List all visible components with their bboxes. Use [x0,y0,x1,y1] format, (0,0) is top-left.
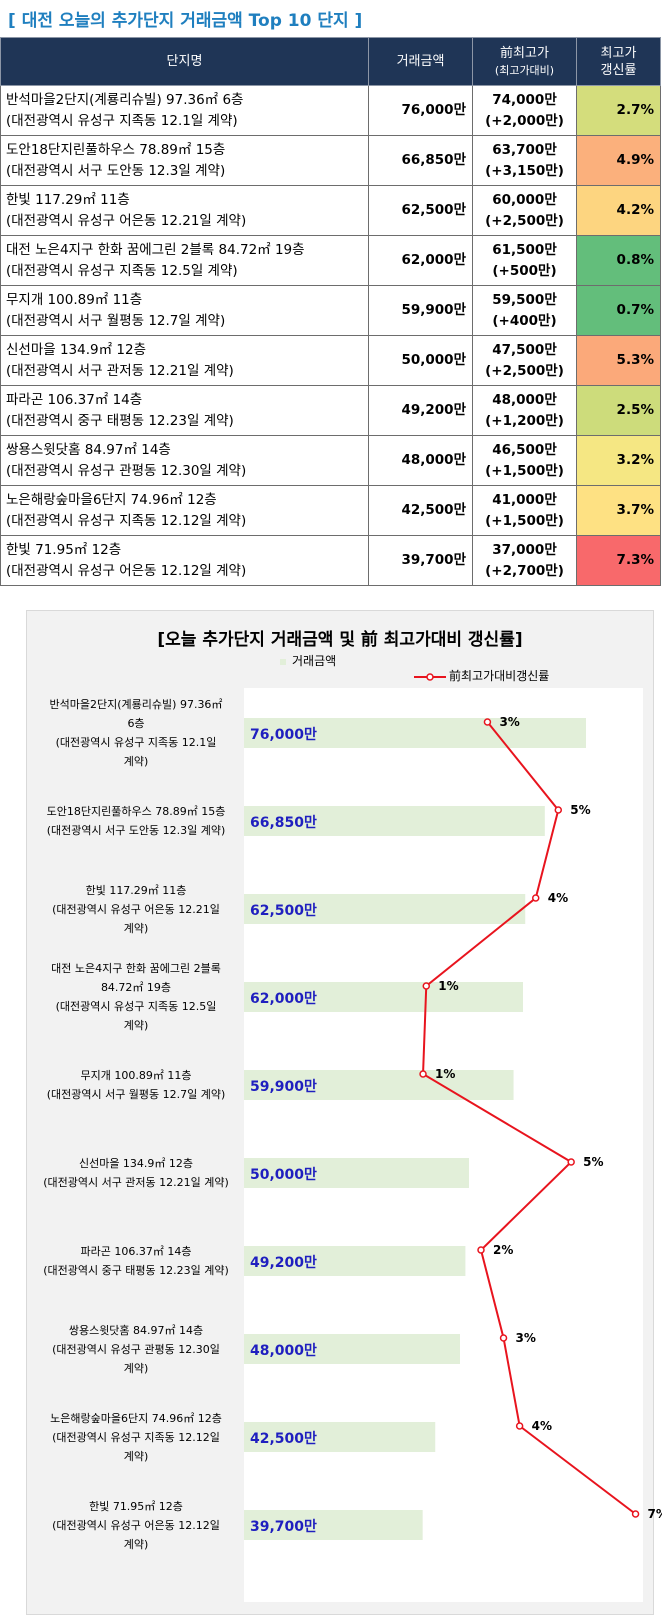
rate-point [567,1158,575,1166]
rate-point [515,1422,524,1430]
rate-value-label: 2% [493,1243,513,1257]
rate-point [531,894,540,902]
bar-value-label: 39,700만 [250,1519,317,1535]
rate-value-label: 1% [435,1067,455,1081]
rate-point [631,1510,640,1518]
bar-value-label: 48,000만 [250,1343,317,1359]
bar-value-label: 59,900만 [250,1079,317,1095]
bar-value-label: 50,000만 [250,1167,317,1183]
rate-value-label: 4% [532,1419,552,1433]
rate-value-label: 3% [516,1331,536,1345]
bar-value-label: 62,000만 [250,991,317,1007]
rate-value-label: 5% [570,803,590,817]
rate-value-label: 1% [438,979,458,993]
bar-value-label: 62,500만 [250,903,317,919]
bar-value-label: 76,000만 [250,727,317,743]
rate-point [477,1246,485,1254]
bar-value-label: 49,200만 [250,1255,317,1271]
rate-value-label: 4% [548,891,568,905]
chart-svg: 76,000만 66,850만 62,500만 62,000만 59,900만 50,00… [244,715,662,1540]
rate-line [422,721,637,1515]
rate-point [422,982,431,990]
rate-point [499,1334,508,1342]
bar-value-label: 42,500만 [250,1431,317,1447]
rate-value-label: 3% [499,715,519,729]
rate-value-label: 5% [583,1155,603,1169]
rate-point [419,1070,427,1078]
rate-point [483,718,492,726]
rate-point [554,806,563,814]
bar-value-label: 66,850만 [250,815,317,831]
rate-value-label: 7% [648,1507,662,1521]
